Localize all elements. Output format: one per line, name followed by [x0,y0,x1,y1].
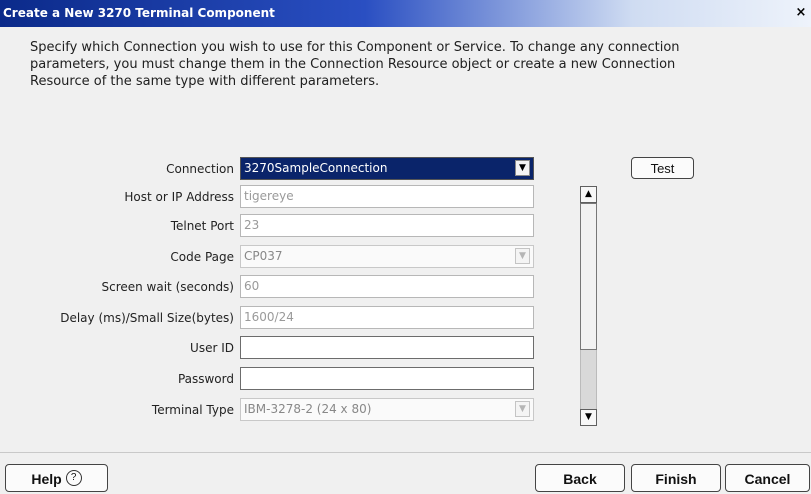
screen-wait-field-value: 60 [244,279,260,293]
user-id-field[interactable] [240,336,534,359]
chevron-up-icon[interactable]: ▲ [580,186,597,203]
code-page-select-value: CP037 [244,249,283,263]
chevron-down-icon[interactable]: ▼ [515,160,530,176]
scrollbar-track[interactable] [580,350,597,409]
delay-field-value: 1600/24 [244,310,294,324]
scrollbar-thumb[interactable] [580,203,597,350]
telnet-port-field[interactable]: 23 [240,214,534,237]
telnet-port-field-value: 23 [244,218,260,232]
terminal-type-select-value: IBM-3278-2 (24 x 80) [244,402,372,416]
host-field[interactable]: tigereye [240,185,534,208]
connection-select-value: 3270SampleConnection [244,161,388,175]
connection-label: Connection [166,162,234,176]
host-field-value: tigereye [244,189,294,203]
help-button-label: Help [31,471,62,487]
dialog-window: Create a New 3270 Terminal Component × S… [0,0,811,494]
code-page-label: Code Page [170,250,234,264]
password-field[interactable] [240,367,534,390]
instructions-line: Specify which Connection you wish to use… [30,40,680,55]
host-label: Host or IP Address [124,190,234,204]
screen-wait-field[interactable]: 60 [240,275,534,298]
cancel-button[interactable]: Cancel [725,464,810,492]
question-circle-icon: ? [65,470,82,487]
help-button[interactable]: Help? [5,464,108,492]
telnet-port-label: Telnet Port [170,219,234,233]
chevron-down-icon[interactable]: ▼ [580,409,597,426]
user-id-label: User ID [190,341,234,355]
vertical-scrollbar[interactable]: ▲ ▼ [580,186,597,426]
code-page-select[interactable]: CP037 ▼ [240,245,534,268]
password-label: Password [177,372,234,386]
dialog-title: Create a New 3270 Terminal Component [3,6,275,20]
instructions-line: parameters, you must change them in the … [30,57,676,72]
finish-button[interactable]: Finish [631,464,721,492]
connection-select[interactable]: 3270SampleConnection ▼ [240,157,534,180]
instructions-text: Specify which Connection you wish to use… [30,39,770,90]
title-bar: Create a New 3270 Terminal Component × [0,0,811,27]
terminal-type-label: Terminal Type [151,403,234,417]
test-button[interactable]: Test [631,157,694,179]
footer-divider [0,452,811,453]
chevron-down-icon[interactable]: ▼ [515,248,530,264]
back-button[interactable]: Back [535,464,625,492]
chevron-down-icon[interactable]: ▼ [515,401,530,417]
delay-field[interactable]: 1600/24 [240,306,534,329]
terminal-type-select[interactable]: IBM-3278-2 (24 x 80) ▼ [240,398,534,421]
delay-label: Delay (ms)/Small Size(bytes) [60,311,234,325]
close-button[interactable]: × [794,6,808,20]
instructions-line: Resource of the same type with different… [30,74,380,89]
screen-wait-label: Screen wait (seconds) [101,280,234,294]
